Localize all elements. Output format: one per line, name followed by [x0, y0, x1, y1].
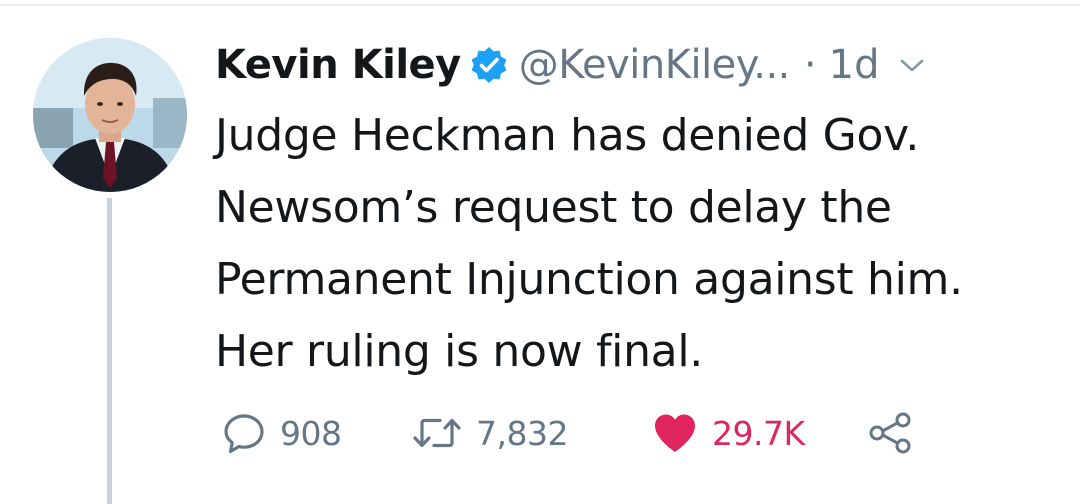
- chevron-down-icon[interactable]: [897, 55, 927, 75]
- reply-button[interactable]: 908: [222, 411, 412, 455]
- reply-count: 908: [280, 413, 342, 453]
- separator-dot: ·: [803, 42, 817, 88]
- tweet-text-line: Permanent Injunction against him.: [215, 254, 963, 305]
- retweet-count: 7,832: [476, 413, 568, 453]
- retweet-arrows-icon: [412, 411, 462, 455]
- tweet-text-line: Her ruling is now final.: [215, 326, 703, 377]
- thread-line: [107, 198, 112, 504]
- retweet-button[interactable]: 7,832: [412, 411, 652, 455]
- share-nodes-icon: [867, 411, 913, 455]
- like-button[interactable]: 29.7K: [652, 411, 867, 455]
- author-handle[interactable]: @KevinKiley...: [519, 42, 791, 88]
- reply-bubble-icon: [222, 411, 266, 455]
- avatar-photo: [33, 38, 187, 192]
- tweet-actions: 908 7,832 29.7K: [222, 405, 913, 461]
- tweet-timestamp[interactable]: 1d: [829, 42, 880, 88]
- top-divider: [0, 4, 1080, 6]
- tweet-text-line: Judge Heckman has denied Gov.: [215, 110, 920, 161]
- author-name[interactable]: Kevin Kiley: [215, 42, 461, 88]
- like-count: 29.7K: [712, 413, 805, 453]
- heart-icon: [652, 411, 698, 455]
- share-button[interactable]: [867, 411, 913, 455]
- tweet-text-line: Newsom’s request to delay the: [215, 182, 892, 233]
- avatar[interactable]: [33, 38, 187, 192]
- verified-badge-icon: [469, 45, 509, 85]
- tweet-header: Kevin Kiley @KevinKiley... · 1d: [215, 34, 927, 96]
- tweet-text: Judge Heckman has denied Gov. Newsom’s r…: [215, 100, 1065, 388]
